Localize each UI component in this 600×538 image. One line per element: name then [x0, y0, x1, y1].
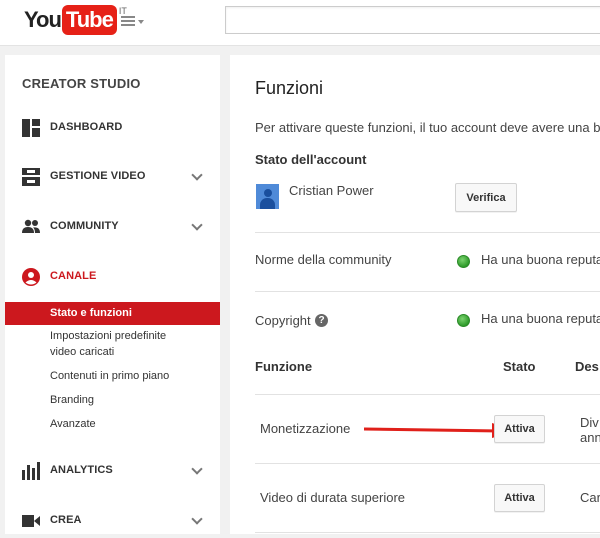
- sidebar-subitem-contenuti[interactable]: Contenuti in primo piano: [5, 367, 220, 385]
- sidebar-item-label: DASHBOARD: [50, 121, 123, 133]
- sidebar-item-gestione-video[interactable]: GESTIONE VIDEO: [5, 160, 220, 194]
- column-header-state: Stato: [503, 359, 536, 374]
- sidebar-item-label: CREA: [50, 514, 82, 526]
- user-name: Cristian Power: [289, 183, 374, 198]
- community-guidelines-label: Norme della community: [255, 252, 392, 267]
- copyright-status: Ha una buona reputa: [481, 311, 600, 326]
- logo-you-text: You: [24, 7, 62, 32]
- sidebar-item-canale[interactable]: CANALE: [5, 260, 220, 294]
- sidebar-subitem-impostazioni[interactable]: Impostazioni predefinite video caricati: [5, 327, 220, 363]
- chevron-down-icon[interactable]: [191, 169, 203, 181]
- sidebar-title: CREATOR STUDIO: [22, 76, 141, 91]
- sidebar-subitem-branding[interactable]: Branding: [5, 391, 220, 409]
- youtube-logo[interactable]: You Tube IT: [24, 5, 127, 35]
- sidebar-subitem-label: Contenuti in primo piano: [50, 370, 170, 382]
- sidebar-item-community[interactable]: COMMUNITY: [5, 210, 220, 244]
- column-header-description: Des: [575, 359, 599, 374]
- feature-description: Div: [580, 415, 599, 430]
- analytics-icon: [22, 462, 40, 480]
- sidebar-item-label: ANALYTICS: [50, 464, 113, 476]
- divider: [255, 394, 600, 395]
- feature-name: Monetizzazione: [260, 421, 351, 436]
- intro-text: Per attivare queste funzioni, il tuo acc…: [255, 120, 600, 135]
- features-panel: Funzioni Per attivare queste funzioni, i…: [230, 55, 600, 534]
- divider: [255, 532, 600, 533]
- help-icon[interactable]: ?: [315, 314, 328, 327]
- avatar[interactable]: [256, 184, 279, 209]
- sidebar-subitem-label: Avanzate: [50, 418, 96, 430]
- sidebar-subitem-label: Branding: [50, 394, 95, 406]
- column-header-feature: Funzione: [255, 359, 313, 374]
- sidebar-subitem-stato-e-funzioni[interactable]: Stato e funzioni: [5, 302, 220, 325]
- chevron-down-icon[interactable]: [191, 219, 203, 231]
- create-icon: [22, 515, 40, 527]
- sidebar-subitem-avanzate[interactable]: Avanzate: [5, 415, 220, 433]
- activate-long-videos-button[interactable]: Attiva: [494, 484, 545, 512]
- feature-description: Car: [580, 490, 600, 505]
- copyright-label: Copyright: [255, 313, 311, 328]
- sidebar-item-analytics[interactable]: ANALYTICS: [5, 454, 220, 488]
- sidebar-item-label: GESTIONE VIDEO: [50, 170, 146, 182]
- sidebar-item-crea[interactable]: CREA: [5, 504, 220, 538]
- creator-studio-sidebar: CREATOR STUDIO DASHBOARD GESTIONE VIDEO …: [5, 55, 220, 534]
- community-icon: [22, 219, 40, 233]
- sidebar-item-label: COMMUNITY: [50, 220, 119, 232]
- video-manager-icon: [22, 168, 40, 186]
- divider: [255, 232, 600, 233]
- chevron-down-icon[interactable]: [191, 463, 203, 475]
- community-status: Ha una buona reputa: [481, 252, 600, 267]
- account-status-heading: Stato dell'account: [255, 152, 367, 167]
- page-title: Funzioni: [255, 78, 324, 98]
- status-ok-icon: [457, 314, 470, 327]
- feature-name: Video di durata superiore: [260, 490, 406, 505]
- feature-description: ann: [580, 430, 600, 445]
- dashboard-icon: [22, 119, 40, 137]
- sidebar-item-label: CANALE: [50, 270, 97, 282]
- sidebar-subitem-label: video caricati: [50, 346, 115, 358]
- status-ok-icon: [457, 255, 470, 268]
- guide-menu-icon[interactable]: [121, 12, 147, 30]
- sidebar-subitem-label: Impostazioni predefinite: [50, 330, 167, 342]
- search-input[interactable]: [225, 6, 600, 34]
- chevron-down-icon[interactable]: [191, 513, 203, 525]
- sidebar-item-dashboard[interactable]: DASHBOARD: [5, 111, 220, 145]
- sidebar-subitem-label: Stato e funzioni: [50, 307, 132, 319]
- channel-icon: [22, 268, 40, 286]
- top-bar: You Tube IT: [0, 0, 600, 46]
- activate-monetization-button[interactable]: Attiva: [494, 415, 545, 443]
- chevron-down-icon: [138, 20, 144, 24]
- logo-tube-text: Tube: [61, 5, 117, 35]
- divider: [255, 291, 600, 292]
- divider: [255, 463, 600, 464]
- verify-button[interactable]: Verifica: [455, 183, 517, 212]
